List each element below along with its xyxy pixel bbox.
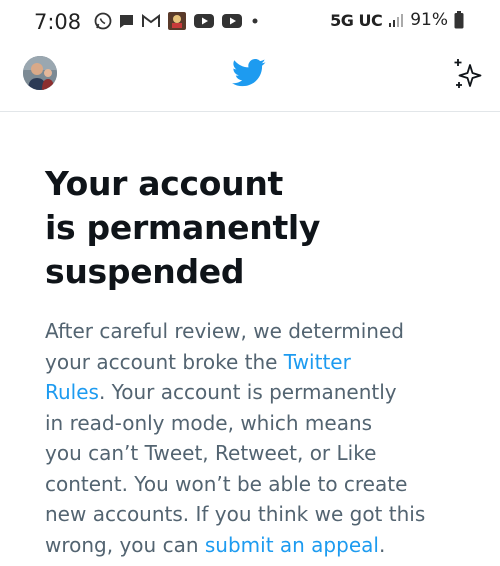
message-icon — [120, 14, 133, 28]
signal-icon — [389, 14, 404, 27]
status-right: 5G UC 91% — [330, 10, 464, 30]
status-time: 7:08 — [34, 10, 82, 34]
body-line: your account broke the Twitter — [45, 347, 465, 378]
youtube-icon — [194, 14, 214, 28]
status-bar: 7:08 5G UC 91% — [0, 0, 500, 42]
sparkle-icon[interactable] — [451, 56, 485, 92]
battery-icon — [454, 11, 464, 29]
avatar-photo — [23, 56, 57, 90]
title-line: suspended — [45, 252, 245, 291]
notification-icons — [94, 11, 261, 31]
twitter-bird-icon[interactable] — [232, 58, 266, 88]
body-line: wrong, you can submit an appeal. — [45, 530, 465, 561]
battery-percent: 91% — [410, 10, 448, 30]
body-line: After careful review, we determined — [45, 319, 404, 343]
whatsapp-icon — [94, 12, 112, 30]
submit-appeal-link[interactable]: submit an appeal — [205, 533, 379, 557]
more-dot-icon — [252, 18, 258, 24]
body-line: Rules. Your account is permanently — [45, 377, 465, 408]
body-text: wrong, you can — [45, 532, 205, 557]
avatar[interactable] — [23, 56, 57, 90]
title-line: Your account — [45, 164, 284, 203]
gmail-icon — [142, 14, 160, 27]
twitter-rules-link[interactable]: Twitter — [284, 350, 351, 374]
suspension-notice: Your account is permanently suspended Af… — [45, 162, 465, 560]
app-icon — [168, 12, 186, 30]
network-label: 5G UC — [330, 10, 383, 30]
notice-body: After careful review, we determined your… — [45, 316, 465, 560]
youtube-icon — [222, 14, 242, 28]
title-line: is permanently — [45, 208, 321, 247]
twitter-rules-link[interactable]: Rules — [45, 380, 99, 404]
body-line: you can’t Tweet, Retweet, or Like — [45, 441, 377, 465]
page-title: Your account is permanently suspended — [45, 162, 465, 294]
body-text: your account broke the — [45, 349, 284, 374]
body-text: . — [378, 532, 386, 557]
body-line: content. You won’t be able to create — [45, 471, 408, 496]
body-line: in read-only mode, which means — [45, 410, 373, 435]
body-text: . Your account is permanently — [98, 380, 397, 404]
app-header — [0, 42, 500, 112]
body-line: new accounts. If you think we got this — [45, 502, 426, 526]
